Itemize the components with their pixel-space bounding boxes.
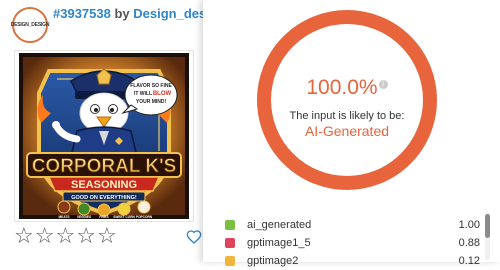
confidence-percent: 100.0% i [253, 76, 441, 100]
verdict-label: AI-Generated [304, 123, 390, 139]
tagline: GOOD ON EVERYTHING! [71, 195, 137, 201]
scroll-thumb[interactable] [485, 214, 490, 238]
result-label: gptimage1_5 [247, 237, 311, 249]
info-icon[interactable]: i [378, 80, 388, 89]
result-swatch [225, 220, 235, 230]
result-label: gptimage2 [247, 255, 299, 267]
result-value: 0.12 [458, 255, 480, 267]
design-panel: DESIGN_DESIGN #3937538 by Design_design [0, 0, 226, 262]
rating-star-2[interactable]: ☆ [35, 226, 55, 248]
bubble-line-1: FLAVOR SO FINE [130, 83, 172, 89]
detection-panel: 100.0% i The input is likely to be: AI-Ge… [203, 0, 500, 267]
result-row: gptimage1_5 0.88 [225, 234, 480, 252]
rating-star-4[interactable]: ☆ [76, 226, 96, 248]
food-label: MEATS [59, 215, 70, 219]
food-label: FRIES [99, 215, 108, 219]
confidence-ring-graphic [257, 10, 437, 190]
bubble-line-4: YOUR MIND! [136, 99, 167, 105]
food-label: POPCORN [136, 215, 153, 219]
result-swatch [225, 256, 235, 266]
star-rating[interactable]: ☆ ☆ ☆ ☆ ☆ [14, 226, 117, 248]
avatar[interactable]: DESIGN_DESIGN [10, 7, 50, 43]
rating-star-5[interactable]: ☆ [97, 226, 117, 248]
result-value: 1.00 [458, 219, 480, 231]
likely-label: The input is likely to be: [289, 110, 405, 122]
confidence-ring: 100.0% i The input is likely to be: AI-Ge… [253, 6, 441, 194]
logo-artwork: FLAVOR SO FINE IT WILL BLOW YOUR MIND! C… [19, 53, 189, 219]
food-label: SWEET CORN [113, 215, 135, 219]
results-scrollbar[interactable] [485, 212, 490, 260]
result-row: ai_generated 1.00 [225, 216, 480, 234]
by-text: by [114, 6, 130, 21]
food-label: VEGGIES [77, 215, 91, 219]
seasoning-logo-image: FLAVOR SO FINE IT WILL BLOW YOUR MIND! C… [19, 53, 189, 219]
rating-star-3[interactable]: ☆ [55, 226, 75, 248]
design-id-link[interactable]: #3937538 [53, 6, 111, 21]
result-swatch [225, 238, 235, 248]
brand-subtitle: SEASONING [71, 179, 137, 191]
bubble-line-3: BLOW [153, 91, 172, 97]
brand-title: CORPORAL K'S [32, 156, 177, 177]
result-label: ai_generated [247, 219, 312, 231]
byline: #3937538 by Design_design [53, 6, 226, 21]
design-image-card[interactable]: FLAVOR SO FINE IT WILL BLOW YOUR MIND! C… [14, 50, 194, 222]
ring-progress [257, 10, 437, 190]
result-value: 0.88 [458, 237, 480, 249]
heart-icon[interactable] [186, 229, 202, 245]
rating-star-1[interactable]: ☆ [14, 226, 34, 248]
bubble-line-2: IT WILL [134, 91, 152, 97]
result-row: gptimage2 0.12 [225, 252, 480, 270]
avatar-text: DESIGN_DESIGN [10, 22, 50, 28]
percent-value: 100.0% [306, 76, 378, 99]
